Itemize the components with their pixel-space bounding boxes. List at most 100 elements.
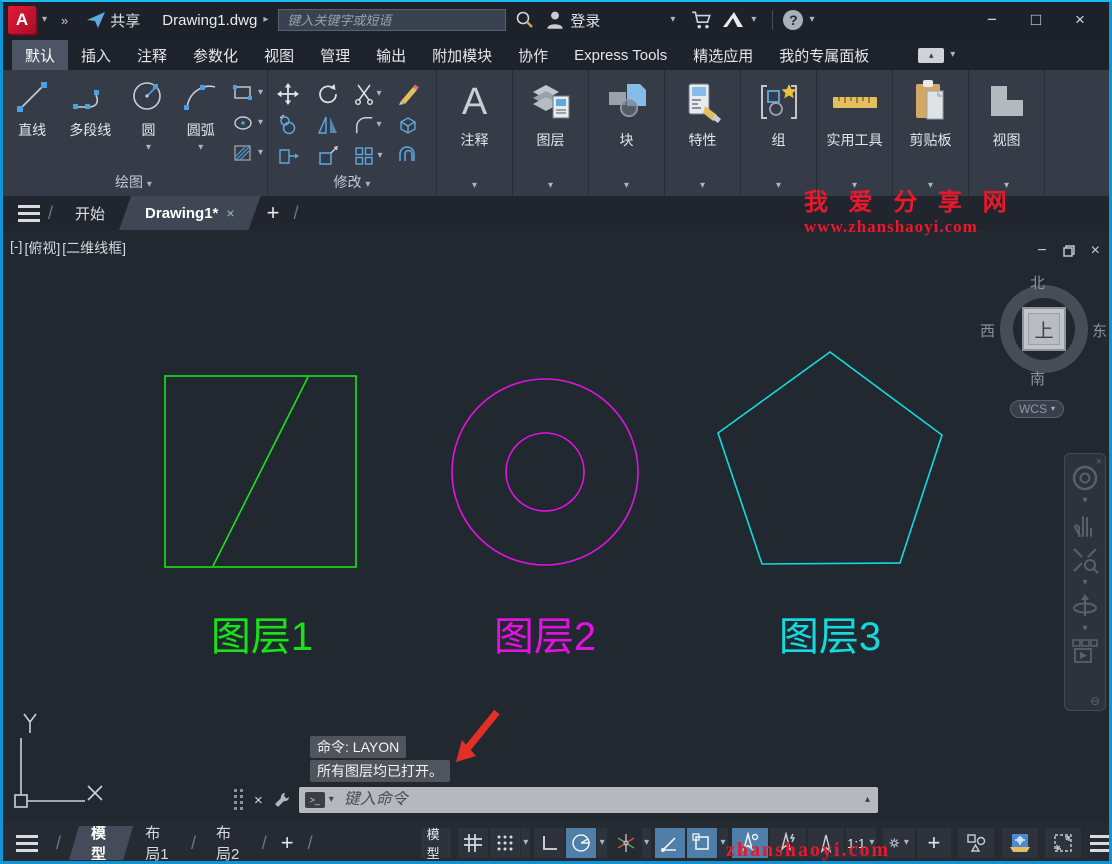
zoom-extents-icon[interactable]	[1070, 545, 1100, 575]
panel-title-modify[interactable]: 修改 ▾	[268, 172, 436, 192]
ribbon-tab-output[interactable]: 输出	[363, 40, 419, 70]
scale-value-button[interactable]: 1:1▾	[846, 828, 876, 858]
group-caret-icon[interactable]: ▾	[741, 181, 816, 191]
layer3-label[interactable]: 图层3	[750, 604, 910, 662]
isometric-drafting-button[interactable]	[611, 828, 641, 858]
snap-mode-button[interactable]	[490, 828, 520, 858]
ortho-mode-button[interactable]	[534, 828, 564, 858]
search-icon[interactable]	[514, 9, 536, 31]
doc-minimize-icon[interactable]: −	[1037, 242, 1046, 260]
ribbon-tab-collaborate[interactable]: 协作	[505, 40, 561, 70]
line-tool-button[interactable]: 直线	[8, 78, 56, 140]
new-drawing-button[interactable]: +	[267, 200, 280, 226]
ellipse-caret-icon[interactable]: ▾	[258, 118, 263, 128]
panel-layers[interactable]: 图层 ▾	[513, 70, 589, 196]
command-prompt-icon[interactable]: >_	[305, 792, 325, 808]
polar-tracking-button[interactable]	[566, 828, 596, 858]
search-input[interactable]	[278, 9, 506, 31]
viewcube-north[interactable]: 北	[1030, 272, 1045, 293]
ribbon-tab-annotate[interactable]: 注释	[124, 40, 180, 70]
command-input[interactable]	[334, 791, 865, 809]
array-button[interactable]: ▾	[353, 145, 382, 167]
layer1-label[interactable]: 图层1	[182, 604, 342, 662]
annotation-visibility-button[interactable]	[732, 828, 768, 858]
layers-caret-icon[interactable]: ▾	[513, 181, 588, 191]
minimize-button[interactable]: −	[970, 5, 1014, 35]
wcs-menu[interactable]: WCS▾	[1010, 400, 1064, 418]
login-caret-icon[interactable]: ▾	[670, 15, 675, 25]
layer2-outer-circle[interactable]	[452, 379, 638, 565]
hardware-acceleration-button[interactable]	[1002, 828, 1038, 858]
command-tools-wrench-icon[interactable]	[273, 791, 291, 809]
mirror-button[interactable]	[317, 114, 339, 136]
layout-tab-layout1[interactable]: 布局1	[133, 826, 183, 860]
clipboard-caret-icon[interactable]: ▾	[893, 181, 968, 191]
app-menu-button[interactable]: A	[8, 6, 36, 34]
polar-caret-icon[interactable]: ▾	[597, 828, 606, 858]
ribbon-tab-manage[interactable]: 管理	[307, 40, 363, 70]
layout-tab-layout2[interactable]: 布局2	[204, 826, 254, 860]
object-snap-tracking-button[interactable]	[655, 828, 685, 858]
utilities-caret-icon[interactable]: ▾	[817, 181, 892, 191]
layer2-inner-circle[interactable]	[506, 433, 584, 511]
circle-tool-button[interactable]: 圆 ▾	[124, 78, 172, 153]
zoom-caret-icon[interactable]: ▾	[1082, 578, 1087, 588]
scale-button[interactable]	[317, 145, 339, 167]
ribbon-collapse-control[interactable]: ▴ ▾	[918, 48, 955, 63]
panel-annotate[interactable]: A 注释 ▾	[437, 70, 513, 196]
autodesk-logo-icon[interactable]	[721, 10, 745, 30]
layout-menu-icon[interactable]	[16, 835, 38, 852]
offset-button[interactable]	[396, 145, 420, 167]
navigation-wheel-icon[interactable]	[1070, 463, 1100, 493]
snap-caret-icon[interactable]: ▾	[521, 828, 530, 858]
workspace-settings-button[interactable]: ▾	[883, 828, 915, 858]
maximize-button[interactable]: □	[1014, 5, 1058, 35]
orbit-caret-icon[interactable]: ▾	[1082, 624, 1087, 634]
panel-utilities[interactable]: 实用工具 ▾	[817, 70, 893, 196]
ribbon-tab-express[interactable]: Express Tools	[561, 40, 680, 70]
help-caret-icon[interactable]: ▾	[809, 15, 814, 25]
erase-button[interactable]	[396, 83, 420, 105]
showmotion-icon[interactable]	[1070, 637, 1100, 665]
ribbon-tab-custom[interactable]: 我的专属面板	[766, 40, 882, 70]
viewport-minimize-control[interactable]: [-]	[10, 238, 22, 258]
viewport-visual-style-control[interactable]: [二维线框]	[62, 238, 126, 258]
annotate-caret-icon[interactable]: ▾	[437, 181, 512, 191]
view-caret-icon[interactable]: ▾	[969, 181, 1044, 191]
rectangle-caret-icon[interactable]: ▾	[258, 88, 263, 98]
collapse-caret-icon[interactable]: ▾	[950, 50, 955, 60]
circle-caret-icon[interactable]: ▾	[146, 143, 151, 153]
arc-caret-icon[interactable]: ▾	[198, 143, 203, 153]
fillet-button[interactable]: ▾	[354, 114, 381, 136]
command-close-icon[interactable]: ×	[254, 792, 263, 809]
orbit-icon[interactable]	[1070, 591, 1100, 621]
arc-tool-button[interactable]: 圆弧 ▾	[177, 78, 225, 153]
autodesk-caret-icon[interactable]: ▾	[751, 15, 756, 25]
login-button[interactable]: 登录	[570, 10, 600, 31]
layer2-label[interactable]: 图层2	[465, 604, 625, 662]
osnap-caret-icon[interactable]: ▾	[718, 828, 727, 858]
command-bar-grip[interactable]	[234, 789, 244, 811]
polyline-tool-button[interactable]: 多段线	[60, 78, 120, 140]
hatch-caret-icon[interactable]: ▾	[258, 148, 263, 158]
panel-properties[interactable]: 特性 ▾	[665, 70, 741, 196]
customize-button[interactable]: +	[917, 828, 951, 858]
doc-restore-icon[interactable]	[1063, 245, 1075, 257]
rotate-button[interactable]	[317, 83, 339, 105]
command-expand-icon[interactable]: ▴	[865, 795, 870, 805]
panel-block[interactable]: 块 ▾	[589, 70, 665, 196]
panel-view[interactable]: 视图 ▾	[969, 70, 1045, 196]
annotation-scale-button[interactable]	[808, 828, 844, 858]
explode-button[interactable]	[397, 114, 419, 136]
viewcube-east[interactable]: 东	[1092, 320, 1107, 341]
layer3-pentagon[interactable]	[718, 352, 942, 564]
file-tabs-menu-icon[interactable]	[18, 205, 40, 222]
wheel-caret-icon[interactable]: ▾	[1082, 496, 1087, 506]
ribbon-tab-featured[interactable]: 精选应用	[680, 40, 766, 70]
command-input-container[interactable]: >_ ▾ ▴	[299, 787, 878, 813]
doc-close-icon[interactable]: ×	[1091, 242, 1100, 260]
annotation-autoscale-button[interactable]	[770, 828, 806, 858]
file-tab-drawing1[interactable]: Drawing1* ×	[119, 196, 261, 230]
trim-caret-icon[interactable]: ▾	[376, 89, 381, 99]
rectangle-tool-button[interactable]: ▾	[231, 78, 263, 108]
